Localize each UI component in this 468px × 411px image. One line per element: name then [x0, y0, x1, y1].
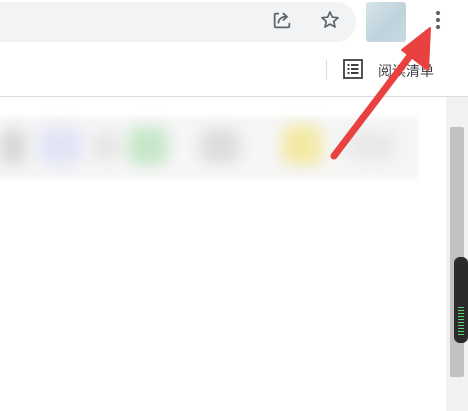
reading-list-icon: [342, 58, 364, 84]
scroll-grip-lines: [458, 307, 464, 337]
bookmark-star-button[interactable]: [315, 7, 345, 37]
blurred-shortcut-tile: [346, 131, 396, 161]
profile-avatar[interactable]: [366, 2, 406, 42]
scroll-grip-overlay: [454, 257, 468, 343]
blurred-shortcut-tile: [38, 127, 82, 165]
reading-list-button[interactable]: 阅读清单: [342, 58, 434, 84]
browser-menu-button[interactable]: [423, 7, 453, 37]
three-dots-vertical-icon: [428, 9, 448, 35]
blurred-shortcut-tile: [0, 129, 26, 165]
star-icon: [319, 9, 341, 35]
bookmarks-divider: [326, 60, 327, 80]
address-bar[interactable]: [0, 2, 356, 42]
page-content: [0, 97, 446, 411]
blurred-shortcut-tile: [92, 131, 120, 161]
blurred-shortcut-tile: [200, 129, 240, 163]
reading-list-label: 阅读清单: [378, 64, 434, 80]
browser-toolbar: [0, 0, 468, 46]
blurred-shortcut-tile: [128, 127, 168, 165]
share-icon: [271, 9, 293, 35]
page-scrollbar[interactable]: [446, 97, 468, 411]
share-button[interactable]: [267, 7, 297, 37]
blurred-shortcut-tile: [282, 125, 322, 165]
bookmarks-bar: 阅读清单: [0, 46, 468, 97]
browser-window: 阅读清单: [0, 0, 468, 411]
